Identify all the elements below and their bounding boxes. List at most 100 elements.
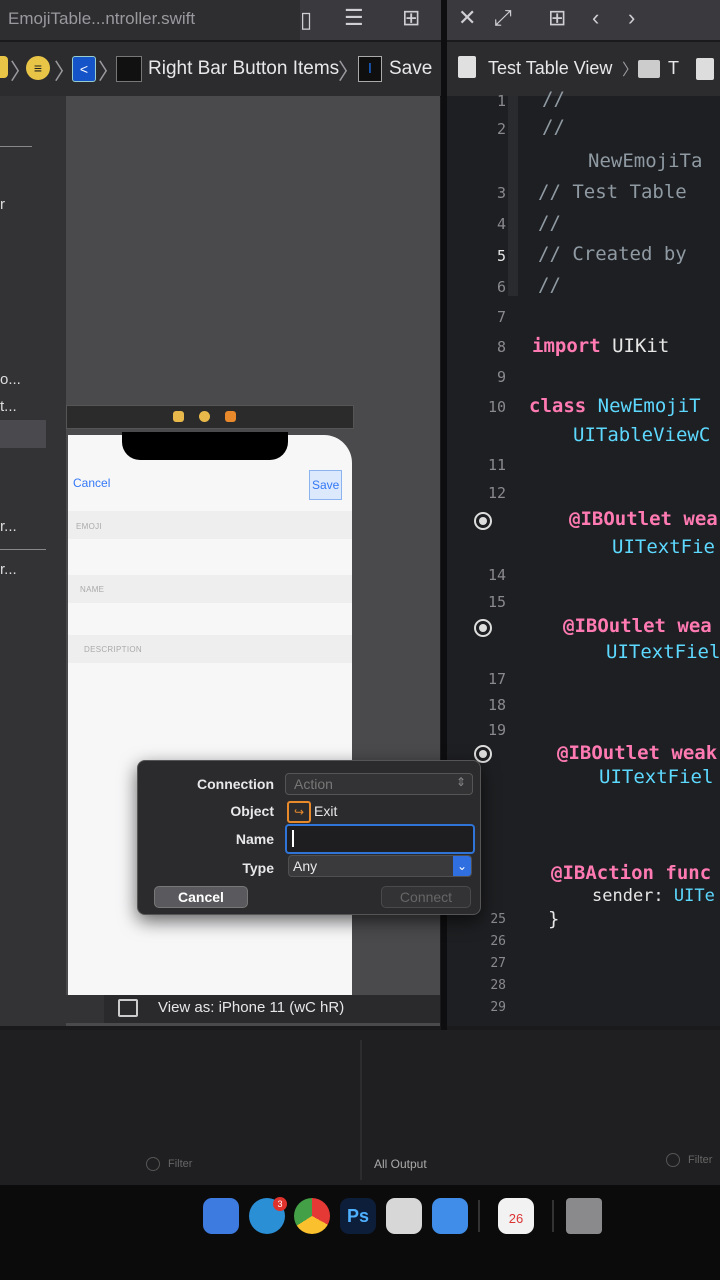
line-number: 15 — [487, 593, 506, 611]
chevron-down-icon: ⌄ — [453, 856, 471, 876]
outline-item[interactable]: t... — [0, 398, 17, 415]
cancel-bar-button[interactable]: Cancel — [73, 476, 110, 490]
line-number: 10 — [487, 398, 506, 416]
outlet-connection-icon[interactable] — [474, 512, 492, 530]
object-label: Object — [230, 803, 274, 819]
back-item-icon[interactable]: < — [72, 56, 96, 82]
storyboard-icon[interactable] — [0, 56, 8, 78]
connection-value: Action — [294, 776, 333, 792]
parameter-label: sender: — [592, 886, 664, 906]
table-row — [68, 511, 352, 539]
connection-select[interactable]: Action ⇕ — [285, 773, 473, 795]
line-number: 25 — [490, 912, 506, 927]
line-number: 1 — [496, 92, 506, 110]
sidebar-edge — [46, 96, 66, 1026]
filter-field[interactable]: Filter — [688, 1154, 712, 1166]
code-comment: // Created by — [538, 243, 687, 265]
chevron-right-icon: 〉 — [338, 59, 361, 84]
folder-icon[interactable] — [638, 60, 660, 78]
type-label: Type — [242, 860, 274, 876]
emoji-field-label: EMOJI — [76, 522, 102, 531]
save-bar-button[interactable]: Save — [309, 470, 343, 500]
connection-label: Connection — [197, 776, 274, 792]
line-number: 6 — [496, 278, 506, 296]
keyword: import — [532, 335, 601, 357]
navigation-item-icon[interactable]: ≡ — [26, 56, 50, 80]
calendar-icon[interactable]: 26 — [498, 1198, 534, 1234]
bar-items-icon[interactable] — [116, 56, 142, 82]
jump-bar-left: 〉 ≡ 〉 < 〉 Right Bar Button Items 〉 I Sav… — [0, 42, 444, 97]
document-icon[interactable]: ▯ — [300, 8, 312, 32]
related-items-icon[interactable]: ⊞ — [548, 6, 566, 30]
outlet-connection-icon[interactable] — [474, 619, 492, 637]
jump-item-right-bar-button-items[interactable]: Right Bar Button Items — [148, 58, 339, 80]
jump-bar-right: Test Table View 〉 T — [446, 42, 720, 97]
text-cursor — [292, 830, 294, 847]
swift-file-icon[interactable] — [458, 56, 476, 78]
closing-brace: } — [548, 908, 560, 930]
photoshop-icon[interactable]: Ps — [340, 1198, 376, 1234]
exit-icon[interactable] — [225, 411, 236, 422]
connect-button[interactable]: Connect — [381, 886, 471, 908]
phone-notch — [122, 432, 288, 460]
code-comment: // — [538, 274, 561, 296]
scene-dock[interactable] — [66, 405, 354, 429]
outline-bottom-bar — [0, 995, 104, 1023]
outline-item[interactable]: r... — [0, 518, 17, 535]
bar-button-icon[interactable]: I — [358, 56, 382, 82]
add-editor-icon[interactable]: ⊞ — [402, 6, 420, 30]
class-name: NewEmojiT — [597, 395, 701, 417]
line-number: 17 — [487, 670, 506, 688]
close-icon[interactable]: ✕ — [458, 6, 476, 30]
dock-separator — [478, 1200, 480, 1232]
keyword: func — [665, 862, 712, 884]
class-declaration: class NewEmojiT — [529, 395, 701, 417]
keyword: class — [529, 395, 587, 417]
module-name: UIKit — [612, 335, 670, 357]
finder-icon[interactable] — [203, 1198, 239, 1234]
xcode-icon[interactable] — [432, 1198, 468, 1234]
line-number: 14 — [487, 566, 506, 584]
output-select[interactable]: All Output — [374, 1157, 427, 1171]
expand-icon[interactable]: ⤢ — [494, 6, 512, 30]
jump-item-save[interactable]: Save — [389, 58, 432, 80]
keyword: wea — [677, 615, 712, 637]
cancel-button[interactable]: Cancel — [154, 886, 248, 908]
filter-field[interactable]: Filter — [168, 1158, 192, 1170]
outline-item[interactable]: r... — [0, 561, 17, 578]
trash-icon[interactable] — [566, 1198, 602, 1234]
divider — [0, 146, 32, 147]
object-value: Exit — [314, 803, 338, 819]
chrome-icon[interactable] — [294, 1198, 330, 1234]
line-number: 2 — [496, 120, 506, 138]
sidebar-toggle-icon[interactable] — [118, 999, 138, 1017]
code-comment: // — [542, 88, 565, 110]
view-as-device[interactable]: View as: iPhone 11 (wC hR) — [158, 999, 344, 1016]
keyword: weak — [671, 742, 718, 764]
code-comment: // — [542, 116, 565, 138]
preview-icon[interactable] — [386, 1198, 422, 1234]
action-declaration: @IBAction func — [551, 862, 711, 884]
forward-icon[interactable]: › — [628, 6, 635, 30]
type-select[interactable]: Any ⌄ — [288, 855, 472, 877]
jump-item-test-table-view[interactable]: Test Table View — [488, 58, 612, 79]
name-input[interactable] — [285, 824, 475, 854]
chevron-right-icon: 〉 — [622, 62, 639, 79]
list-lines-icon[interactable]: ☰ — [344, 6, 364, 30]
updown-chevron-icon: ⇕ — [455, 775, 466, 789]
line-number-current: 5 — [496, 247, 506, 265]
first-responder-icon[interactable] — [199, 411, 210, 422]
file-icon[interactable] — [696, 58, 714, 80]
editor-tab-left[interactable]: EmojiTable...ntroller.swift — [0, 0, 300, 40]
filter-icon — [666, 1153, 680, 1167]
outline-item[interactable]: o... — [0, 371, 21, 388]
dock-separator — [552, 1200, 554, 1232]
line-number: 9 — [496, 368, 506, 386]
back-icon[interactable]: ‹ — [592, 6, 599, 30]
outline-item[interactable]: r — [0, 196, 5, 213]
name-label: Name — [235, 831, 274, 847]
view-controller-icon[interactable] — [173, 411, 184, 422]
editor-minimap-strip — [508, 96, 518, 296]
jump-item-next[interactable]: T — [668, 58, 679, 79]
type-value: Any — [293, 858, 318, 874]
